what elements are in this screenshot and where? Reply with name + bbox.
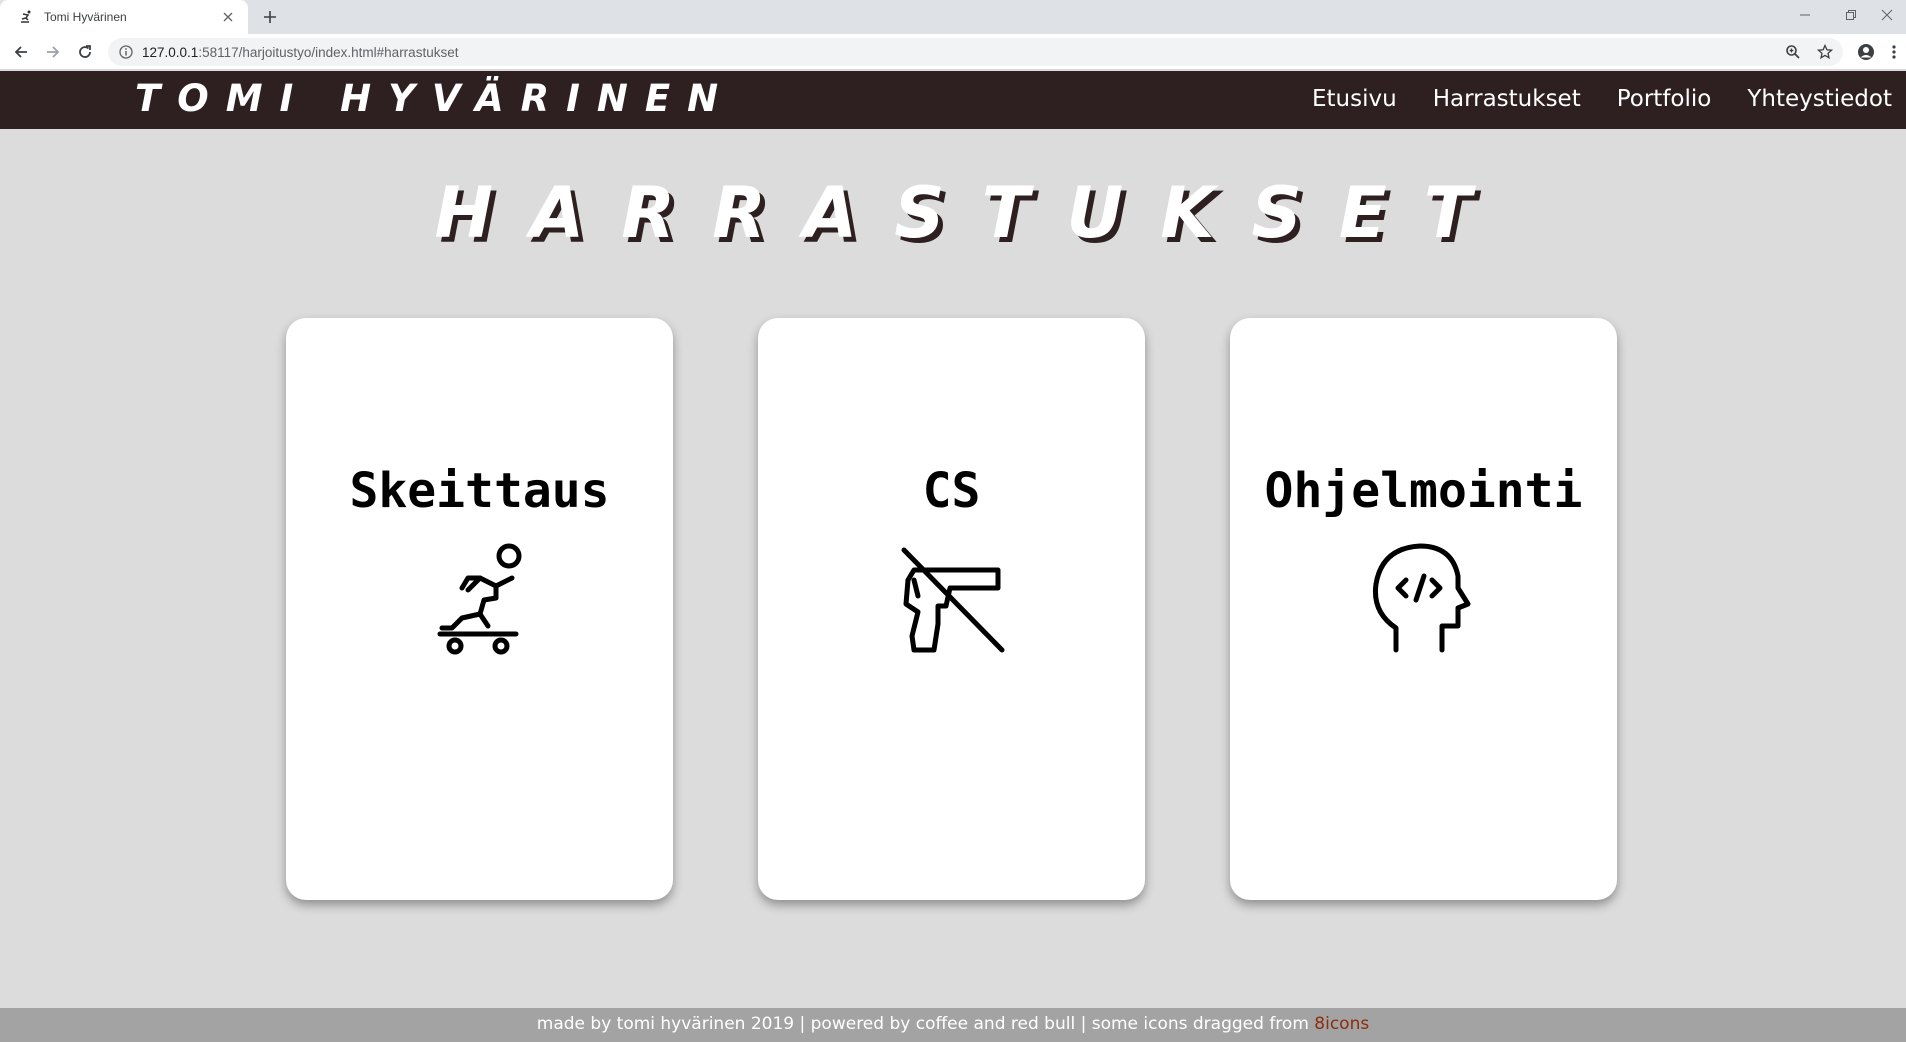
site-footer: made by tomi hyvärinen 2019 | powered by… [0,1008,1906,1042]
reload-icon[interactable] [73,40,97,64]
card-title: Ohjelmointi [1264,463,1583,519]
hobby-card-cs[interactable]: CS [758,318,1145,900]
nav-portfolio[interactable]: Portfolio [1617,86,1712,112]
url-path: :58117/harjoitustyo/index.html#harrastuk… [198,44,459,60]
nav-etusivu[interactable]: Etusivu [1312,86,1397,112]
forward-arrow-icon[interactable] [41,40,65,64]
back-arrow-icon[interactable] [9,40,33,64]
browser-toolbar: 127.0.0.1:58117/harjoitustyo/index.html#… [0,34,1906,70]
url-host: 127.0.0.1 [142,44,199,60]
browser-tabstrip: Tomi Hyvärinen [0,0,1906,34]
main-nav: Etusivu Harrastukset Portfolio Yhteystie… [1312,86,1892,112]
skateboarder-favicon-icon [18,9,34,25]
browser-tab[interactable]: Tomi Hyvärinen [0,0,248,34]
card-title: Skeittaus [349,463,610,519]
hobby-card-ohjelmointi[interactable]: Ohjelmointi [1230,318,1617,900]
site-header: Tomi Hyvärinen Etusivu Harrastukset Port… [0,71,1906,129]
site-info-icon[interactable] [118,44,134,60]
page-title: Harrastukset [434,172,1509,254]
bookmark-star-icon[interactable] [1813,40,1837,64]
coding-head-icon [1372,543,1470,653]
profile-avatar-icon[interactable] [1854,40,1878,64]
hobby-card-skeittaus[interactable]: Skeittaus [286,318,673,900]
footer-text: made by tomi hyvärinen 2019 | powered by… [536,1014,1315,1034]
new-tab-icon[interactable] [258,5,282,29]
tab-close-icon[interactable] [220,9,236,25]
nav-yhteystiedot[interactable]: Yhteystiedot [1747,86,1892,112]
url-text: 127.0.0.1:58117/harjoitustyo/index.html#… [142,45,458,60]
footer-8icons-link[interactable]: 8icons [1314,1014,1369,1034]
tab-title: Tomi Hyvärinen [44,10,127,24]
close-window-icon[interactable] [1868,0,1906,30]
site-logo[interactable]: Tomi Hyvärinen [135,77,735,120]
skateboarder-icon [437,543,521,655]
nav-harrastukset[interactable]: Harrastukset [1433,86,1581,112]
card-title: CS [922,463,981,519]
minimize-icon[interactable] [1782,0,1828,30]
address-bar[interactable]: 127.0.0.1:58117/harjoitustyo/index.html#… [108,38,1843,66]
browser-menu-icon[interactable] [1882,40,1906,64]
no-gun-icon [901,547,1004,653]
zoom-icon[interactable] [1781,40,1805,64]
